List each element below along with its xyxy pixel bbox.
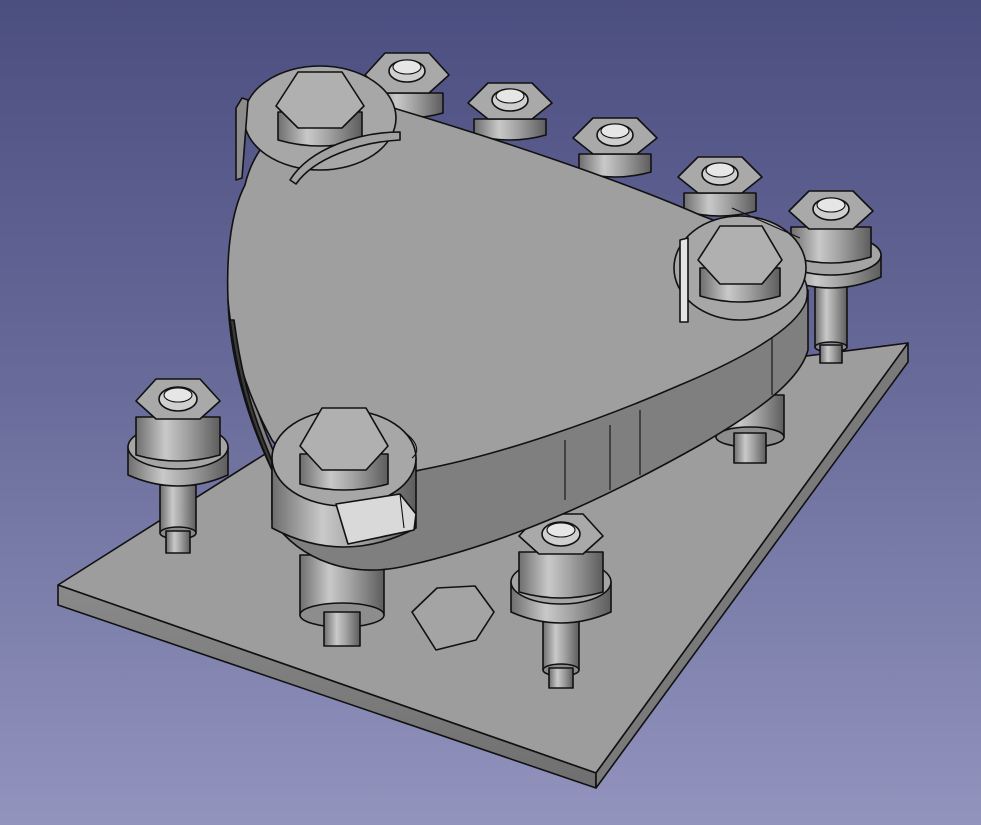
3d-viewport[interactable] [0, 0, 981, 825]
outer-nut[interactable] [572, 117, 658, 178]
clamp-bolt[interactable] [271, 407, 418, 548]
cad-model-scene[interactable] [0, 0, 981, 825]
outer-nut[interactable] [467, 82, 553, 141]
outer-nut[interactable] [677, 156, 763, 217]
